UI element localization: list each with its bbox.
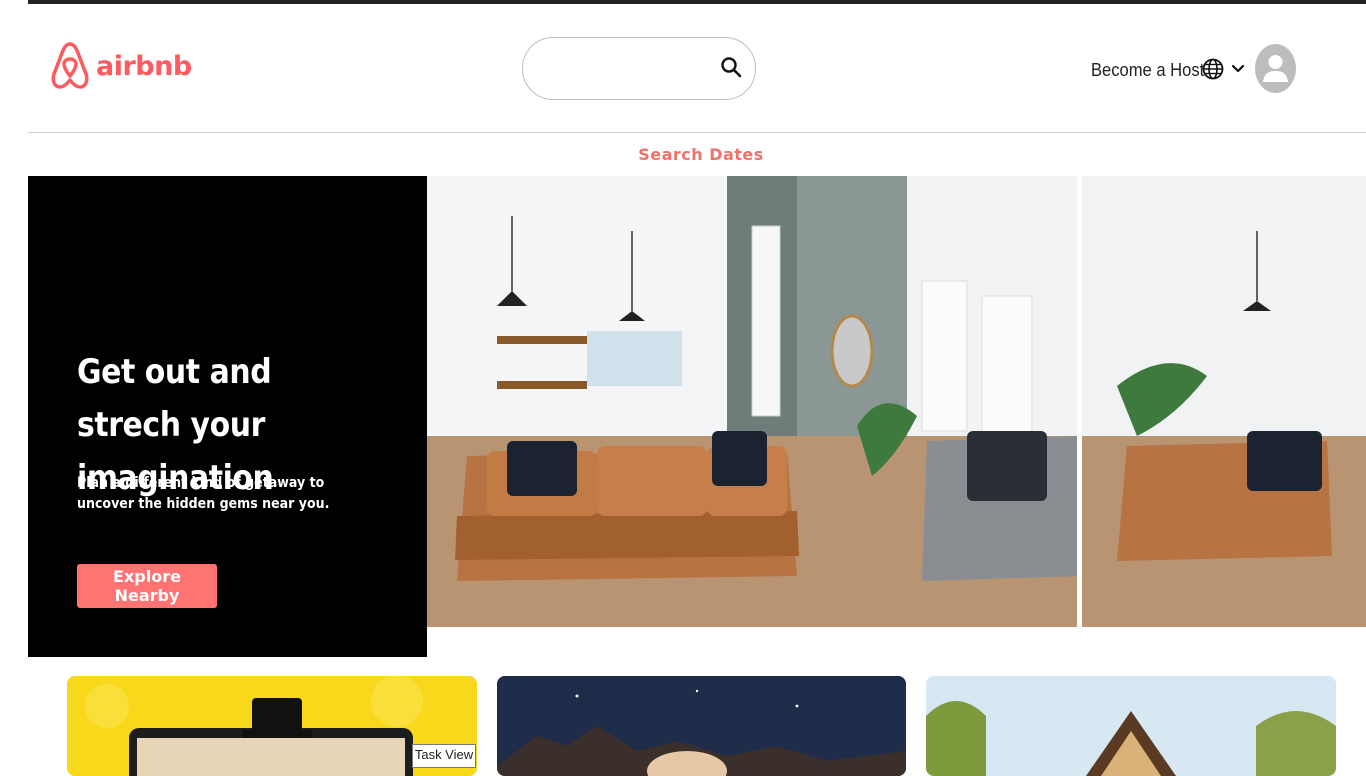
experience-cards [0,676,1366,776]
search-bar [522,37,756,100]
search-dates-bar: Search Dates [28,133,1366,175]
site-header: airbnb Become a Host [28,4,1366,133]
task-view-tooltip: Task View [412,744,476,768]
cabin-illustration [926,676,1336,776]
user-icon [1263,55,1288,82]
chevron-down-icon[interactable] [1231,62,1245,76]
night-sky-illustration [497,676,906,776]
logo-text: airbnb [96,50,192,82]
explore-nearby-button[interactable]: Explore Nearby [77,564,217,608]
hero-subtitle: Plan a different kind of getaway to unco… [77,475,330,512]
search-input[interactable] [541,52,715,86]
living-room-illustration [427,176,1366,627]
hero-banner: Get out and strech your imagination Plan… [28,176,427,657]
avatar[interactable] [1255,44,1296,93]
search-dates-button[interactable]: Search Dates [28,145,1366,164]
airbnb-logo-icon [51,42,89,89]
search-icon[interactable] [719,55,743,79]
hero-living-room-image [427,176,1366,627]
become-host-link[interactable]: Become a Host [1091,60,1204,81]
card-outdoor-collection[interactable] [497,676,906,776]
globe-icon[interactable] [1202,58,1224,80]
logo[interactable]: airbnb [50,40,192,92]
card-unique-stays[interactable] [926,676,1336,776]
